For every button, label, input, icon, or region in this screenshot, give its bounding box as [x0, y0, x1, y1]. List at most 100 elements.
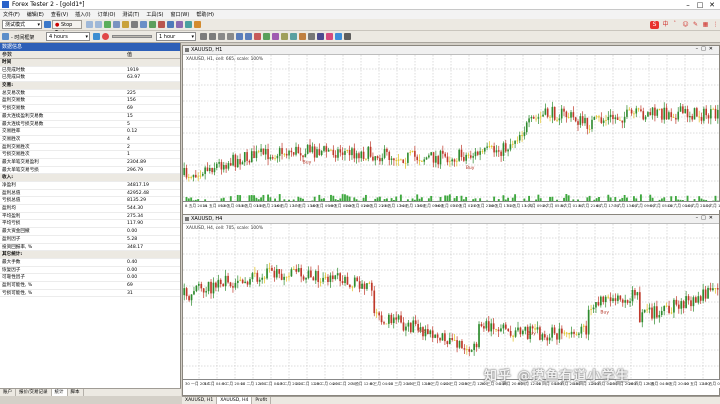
template-icon[interactable]	[335, 33, 342, 40]
record-icon[interactable]	[102, 33, 109, 40]
stat-row[interactable]: 净盈利 34817.19	[0, 182, 180, 190]
tab-xauusd-h1[interactable]: XAUUSD, H1	[182, 397, 218, 404]
stat-row[interactable]: 盈利均 544.30	[0, 205, 180, 213]
ruler-icon[interactable]	[299, 33, 306, 40]
menu-order[interactable]: 订单(O)	[98, 11, 116, 18]
mode-select[interactable]: 测试模式	[2, 20, 42, 29]
pencil-icon[interactable]	[290, 33, 297, 40]
chart-icon[interactable]	[2, 33, 9, 40]
stat-row[interactable]: 最大资金回撤 0.00	[0, 228, 180, 236]
stat-section[interactable]: 收入:	[0, 174, 180, 182]
ime-voice-icon[interactable]: ✎	[691, 21, 700, 29]
zoom-in-icon[interactable]	[149, 21, 156, 28]
stat-row[interactable]: 盈利总值 42952.48	[0, 190, 180, 198]
stat-row[interactable]: 平均亏损 117.90	[0, 220, 180, 229]
stat-row[interactable]: 亏损交易数 69	[0, 105, 180, 113]
speed-slider[interactable]	[112, 35, 152, 38]
grid-icon[interactable]	[167, 21, 174, 28]
properties-icon[interactable]	[194, 21, 201, 28]
chart-h1-window-buttons[interactable]: –□✕	[696, 46, 716, 52]
timeframe-select[interactable]: 4 hours	[46, 32, 90, 41]
stat-row[interactable]: 最大连续盈利交易数 15	[0, 113, 180, 121]
stat-section[interactable]: 时间	[0, 59, 180, 67]
arrow-icon[interactable]	[281, 33, 288, 40]
tab-statistics[interactable]: 统计	[51, 389, 68, 396]
text-icon[interactable]	[263, 33, 270, 40]
settings-icon[interactable]	[344, 33, 351, 40]
ime-punct-icon[interactable]: ﾟ	[671, 21, 680, 29]
indicator-icon[interactable]	[317, 33, 324, 40]
stat-row[interactable]: 盈利交易胜次 2	[0, 144, 180, 152]
step-back-icon[interactable]	[86, 21, 93, 28]
stat-row[interactable]: 盈利可能性, % 69	[0, 282, 180, 290]
add-chart-icon[interactable]	[104, 21, 111, 28]
chart-h1-canvas[interactable]: Buy Buy	[183, 55, 719, 210]
stat-row[interactable]: 最大连续亏损交易数 5	[0, 121, 180, 129]
stat-row[interactable]: 最大手数 0.40	[0, 259, 180, 267]
rewind-icon[interactable]	[93, 33, 100, 40]
ime-grid-icon[interactable]: ⋮	[711, 21, 720, 29]
menu-insert[interactable]: 插入(I)	[75, 11, 90, 18]
new-order-icon[interactable]	[113, 21, 120, 28]
stat-row[interactable]: 总交易次数 225	[0, 90, 180, 98]
stat-row[interactable]: 亏损可能性, % 31	[0, 290, 180, 298]
play-icon[interactable]	[44, 21, 51, 28]
menu-window[interactable]: 窗口(W)	[170, 11, 189, 18]
menu-file[interactable]: 文件(F)	[3, 11, 20, 18]
print-icon[interactable]	[140, 21, 147, 28]
open-icon[interactable]	[122, 21, 129, 28]
stat-row[interactable]: 已完成时数 1919	[0, 67, 180, 75]
stat-row[interactable]: 交易胜率 0.12	[0, 128, 180, 136]
stat-row[interactable]: 可靠性因子 0.00	[0, 274, 180, 282]
tab-scripts[interactable]: 脚本	[68, 389, 84, 396]
stat-section[interactable]: 交易:	[0, 82, 180, 90]
tile-icon[interactable]	[176, 21, 183, 28]
shape-icon[interactable]	[272, 33, 279, 40]
delete-icon[interactable]	[308, 33, 315, 40]
trendline-icon[interactable]	[236, 33, 243, 40]
tab-profit[interactable]: Profit	[252, 397, 272, 404]
menu-test[interactable]: 测试(T)	[122, 11, 139, 18]
hline-icon[interactable]	[227, 33, 234, 40]
stop-test-button[interactable]: ● Stop Test	[52, 20, 82, 36]
tab-history[interactable]: 报价/交易记录	[16, 389, 52, 396]
menu-view[interactable]: 查看(V)	[51, 11, 68, 18]
stat-row[interactable]: 亏损总值 8135.29	[0, 197, 180, 206]
cursor-icon[interactable]	[200, 33, 207, 40]
crosshair-icon[interactable]	[209, 33, 216, 40]
channel-icon[interactable]	[245, 33, 252, 40]
minimize-button[interactable]: –	[682, 0, 694, 9]
maximize-button[interactable]: □	[694, 0, 706, 9]
ime-s-icon[interactable]: S	[650, 21, 659, 29]
menu-tools[interactable]: 工具(S)	[146, 11, 163, 18]
cascade-icon[interactable]	[185, 21, 192, 28]
tab-account[interactable]: 账户	[0, 389, 16, 396]
stat-row[interactable]: 盈利交易数 156	[0, 97, 180, 106]
stat-row[interactable]: 恢复因子 0.00	[0, 267, 180, 275]
stat-row[interactable]: 平均盈利 275.34	[0, 213, 180, 221]
vline-icon[interactable]	[218, 33, 225, 40]
chart-h4-canvas[interactable]: Buy Buy Buy	[183, 224, 719, 388]
tab-xauusd-h4[interactable]: XAUUSD, H4	[217, 397, 253, 404]
stat-row[interactable]: 投资回报率, % 348.17	[0, 244, 180, 252]
save-icon[interactable]	[131, 21, 138, 28]
menu-help[interactable]: 帮助(H)	[196, 11, 214, 18]
ime-emoji-icon[interactable]: ☺	[681, 21, 690, 29]
color-icon[interactable]	[326, 33, 333, 40]
chart-h4-window-buttons[interactable]: –□✕	[696, 215, 716, 221]
close-button[interactable]: ✕	[706, 0, 718, 9]
step-forward-icon[interactable]	[95, 21, 102, 28]
stat-row[interactable]: 已完成日数 63.97	[0, 74, 180, 83]
menu-edit[interactable]: 编辑(E)	[27, 11, 44, 18]
timeframe2-select[interactable]: 1 hour	[156, 32, 196, 41]
stat-row[interactable]: 亏损交易胜次 1	[0, 151, 180, 159]
zoom-out-icon[interactable]	[158, 21, 165, 28]
stat-row[interactable]: 最大单笔交易盈利 2304.89	[0, 159, 180, 167]
ime-chinese-icon[interactable]: 中	[661, 21, 670, 29]
stat-row[interactable]: 最大单笔交易亏损 296.79	[0, 167, 180, 175]
stat-row[interactable]: 交易胜次 4	[0, 136, 180, 144]
stat-row[interactable]: 盈利因子 5.28	[0, 236, 180, 244]
stat-section[interactable]: 其它统计:	[0, 251, 180, 259]
ime-keyboard-icon[interactable]: ▦	[701, 21, 710, 29]
fibo-icon[interactable]	[254, 33, 261, 40]
